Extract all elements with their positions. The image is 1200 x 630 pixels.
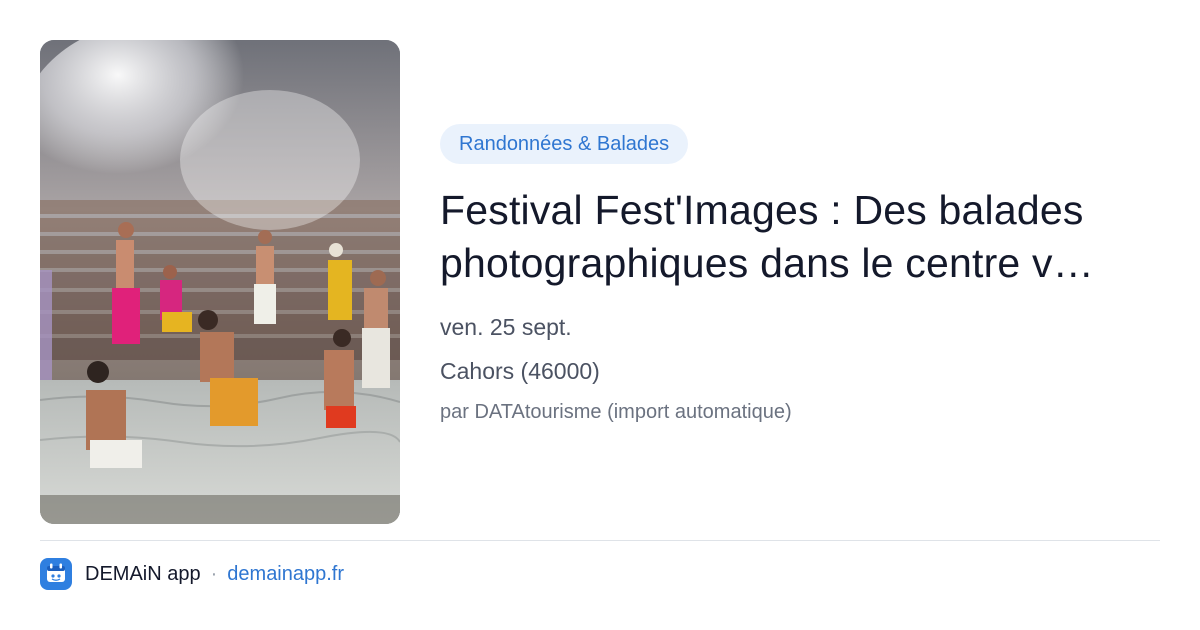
demain-app-icon: [40, 558, 72, 590]
category-badge[interactable]: Randonnées & Balades: [440, 124, 689, 164]
event-card[interactable]: Randonnées & Balades Festival Fest'Image…: [0, 0, 1200, 630]
event-source: par DATAtourisme (import automatique): [440, 401, 792, 423]
app-name: DEMAiN app: [85, 562, 201, 585]
event-details: Randonnées & Balades Festival Fest'Image…: [440, 124, 1160, 426]
event-title-line-1: Festival Fest'Images : Des balades: [440, 187, 1084, 233]
site-link[interactable]: demainapp.fr: [227, 563, 344, 586]
event-title-line-2: photographiques dans le centre v…: [440, 240, 1094, 286]
event-title[interactable]: Festival Fest'Images : Des balades photo…: [440, 184, 1150, 290]
event-date: ven. 25 sept.: [440, 314, 572, 340]
event-location: Cahors (46000): [440, 358, 600, 384]
event-photo: [40, 40, 400, 524]
footer-separator: ·: [210, 562, 218, 585]
footer-divider: [40, 540, 1160, 541]
footer: DEMAiN app · demainapp.fr: [40, 557, 344, 591]
